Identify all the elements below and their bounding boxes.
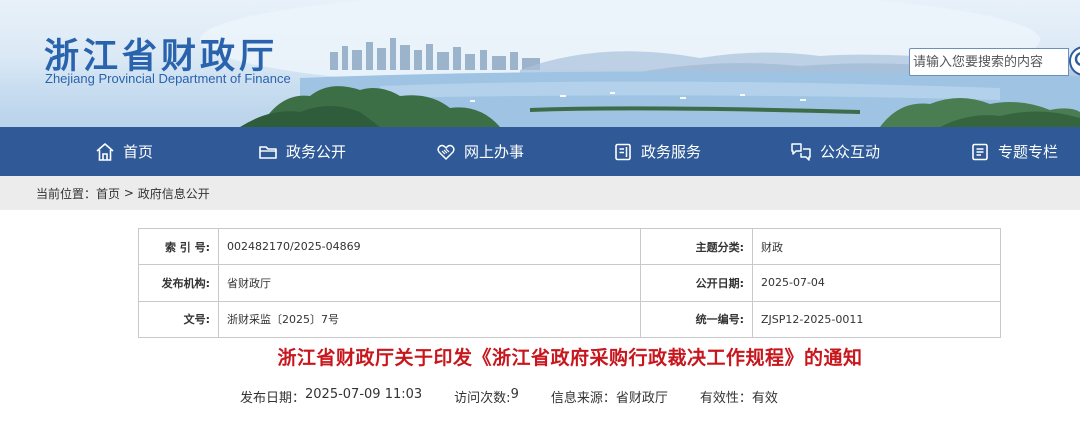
- list-icon: [972, 143, 988, 160]
- topic-label: 主题分类:: [640, 227, 753, 266]
- header-banner: 浙江省财政厅 Zhejiang Provincial Department of…: [0, 0, 1080, 127]
- doc-number-label: 文号:: [138, 300, 219, 339]
- open-date-value: 2025-07-04: [752, 264, 1001, 302]
- table-row: 发布机构: 省财政厅 公开日期: 2025-07-04: [138, 264, 1001, 302]
- document-metadata-table: 索 引 号: 002482170/2025-04869 主题分类: 财政 发布机…: [138, 227, 1001, 339]
- site-logo-subtitle: Zhejiang Provincial Department of Financ…: [45, 71, 291, 86]
- nav-item-label: 政务服务: [641, 143, 702, 161]
- publish-date-value: 2025-07-09 11:03: [305, 387, 423, 402]
- doc-number-value: 浙财采监〔2025〕7号: [218, 300, 641, 339]
- table-row: 文号: 浙财采监〔2025〕7号 统一编号: ZJSP12-2025-0011: [138, 300, 1001, 339]
- visit-count-value: 9: [510, 387, 519, 402]
- info-source-value: 省财政厅: [615, 391, 668, 406]
- index-number-label: 索 引 号:: [138, 227, 219, 266]
- validity-label: 有效性：: [699, 391, 752, 406]
- nav-item-label: 公众互动: [820, 143, 881, 161]
- publisher-label: 发布机构:: [138, 264, 219, 302]
- publisher-value: 省财政厅: [218, 264, 641, 302]
- unified-number-label: 统一编号:: [640, 300, 753, 339]
- validity-value: 有效: [751, 391, 778, 406]
- visit-count-label: 访问次数:: [454, 391, 511, 406]
- search-button[interactable]: [1069, 46, 1080, 76]
- publish-date-label: 发布日期：: [240, 391, 306, 406]
- table-row: 索 引 号: 002482170/2025-04869 主题分类: 财政: [138, 227, 1001, 266]
- info-source-label: 信息来源：: [550, 391, 616, 406]
- breadcrumb-current-link[interactable]: 政府信息公开: [138, 185, 210, 202]
- index-number-value: 002482170/2025-04869: [218, 227, 641, 266]
- nav-item-home[interactable]: 首页: [95, 127, 153, 176]
- document-title: 浙江省财政厅关于印发《浙江省政府采购行政裁决工作规程》的通知: [277, 347, 863, 369]
- open-date-label: 公开日期:: [640, 264, 753, 302]
- breadcrumb: 当前位置： 首页 > 政府信息公开: [0, 176, 1080, 210]
- handshake-icon: [437, 144, 455, 160]
- breadcrumb-home-link[interactable]: 首页: [96, 185, 120, 202]
- nav-item-label: 首页: [123, 143, 154, 161]
- main-nav: 首页 政务公开 网上办事 政务服务 公众互动 专题专栏: [0, 127, 1080, 176]
- search-input[interactable]: [909, 48, 1069, 76]
- unified-number-value: ZJSP12-2025-0011: [752, 300, 1001, 339]
- nav-item-label: 政务公开: [286, 143, 347, 161]
- breadcrumb-prefix: 当前位置：: [36, 186, 97, 201]
- home-icon: [96, 142, 114, 161]
- document-info-line: 发布日期： 2025-07-09 11:03 访问次数: 9 信息来源： 省财政…: [240, 387, 778, 407]
- breadcrumb-separator: >: [120, 186, 138, 200]
- nav-item-gov-affairs-open[interactable]: 政务公开: [258, 127, 346, 176]
- folder-icon: [259, 145, 277, 159]
- chat-icon: [791, 142, 811, 161]
- nav-item-online-services[interactable]: 网上办事: [436, 127, 524, 176]
- topic-value: 财政: [752, 227, 1001, 266]
- document-icon: [615, 143, 631, 160]
- nav-item-label: 网上办事: [464, 143, 525, 161]
- nav-item-label: 专题专栏: [998, 143, 1059, 161]
- nav-item-public-interaction[interactable]: 公众互动: [790, 127, 880, 176]
- nav-item-gov-services[interactable]: 政务服务: [613, 127, 701, 176]
- nav-item-special-topics[interactable]: 专题专栏: [970, 127, 1058, 176]
- search-icon: [1074, 52, 1080, 66]
